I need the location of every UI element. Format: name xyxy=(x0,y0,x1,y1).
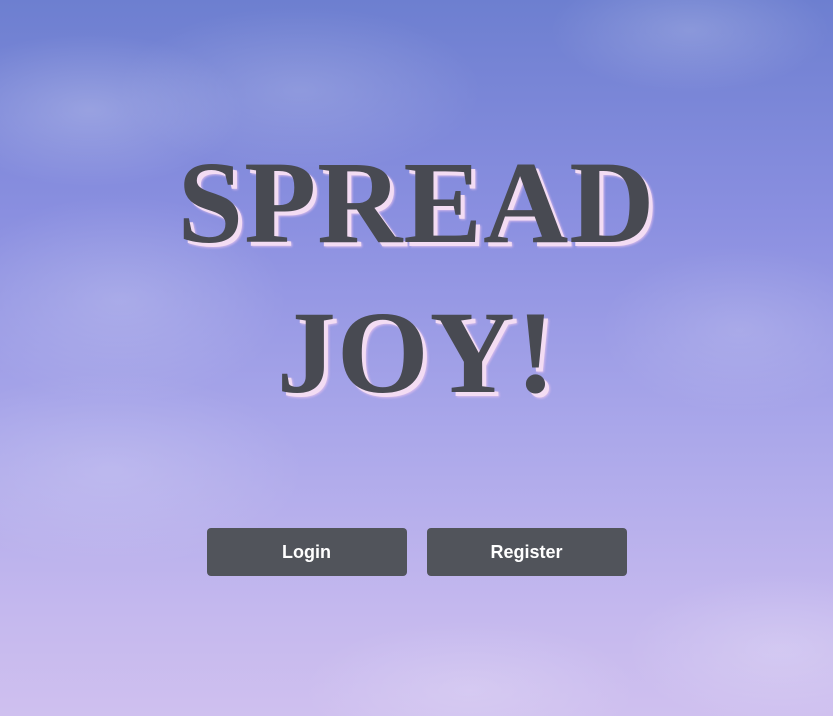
hero-headline-line1: SPREAD xyxy=(177,137,656,268)
hero-headline: SPREAD JOY! xyxy=(0,128,833,428)
login-button[interactable]: Login xyxy=(206,528,407,576)
register-button[interactable]: Register xyxy=(426,528,627,576)
hero-headline-line2: JOY! xyxy=(276,287,557,418)
auth-button-group: Login Register xyxy=(0,528,833,576)
